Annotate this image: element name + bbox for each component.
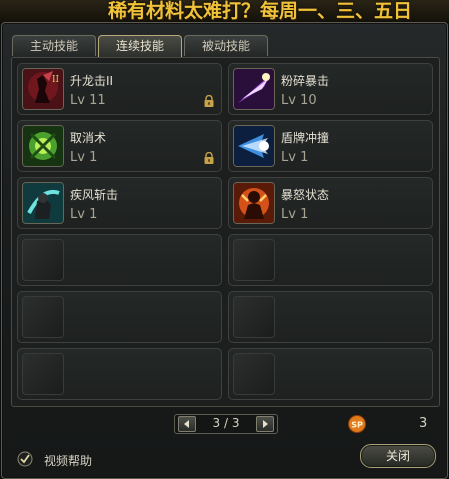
lock-icon — [204, 152, 214, 164]
skill-level: Lv 1 — [70, 207, 98, 222]
empty-skill-slot — [228, 234, 433, 286]
skill-level: Lv 10 — [281, 93, 317, 108]
skill-window: 主动技能 连续技能 被动技能 II 升龙击II Lv 11 粉碎暴击 Lv 10… — [1, 22, 448, 479]
svg-text:SP: SP — [351, 421, 363, 430]
sp-icon: SP — [348, 415, 366, 433]
arrow-right-icon — [263, 420, 268, 428]
skill-list-panel: II 升龙击II Lv 11 粉碎暴击 Lv 10 取消术 Lv 1 盾牌冲撞 … — [11, 57, 440, 407]
page-indicator: 3 / 3 — [212, 416, 240, 430]
skill-name: 升龙击II — [70, 74, 114, 88]
skill-name: 盾牌冲撞 — [281, 131, 330, 145]
shield-charge-icon — [233, 125, 275, 167]
empty-skill-slot — [17, 291, 222, 343]
skill-name: 取消术 — [70, 131, 107, 145]
skill-slot[interactable]: 粉碎暴击 Lv 10 — [228, 63, 433, 115]
rage-icon — [233, 182, 275, 224]
skill-slot[interactable]: 取消术 Lv 1 — [17, 120, 222, 172]
next-page-button[interactable] — [256, 416, 274, 432]
empty-icon-frame — [22, 239, 64, 281]
tab-passive-skills[interactable]: 被动技能 — [184, 35, 268, 56]
rising-dragon-icon: II — [22, 68, 64, 110]
empty-skill-slot — [228, 291, 433, 343]
empty-icon-frame — [233, 239, 275, 281]
banner-text: 稀有材料太难打？每周一、三、五日 — [108, 0, 413, 22]
empty-icon-frame — [22, 296, 64, 338]
lock-icon — [204, 95, 214, 107]
sp-points-value: 3 — [419, 416, 428, 431]
empty-skill-slot — [17, 348, 222, 400]
skill-name: 暴怒状态 — [281, 188, 330, 202]
video-help-checkbox[interactable] — [17, 451, 33, 467]
cancel-icon — [22, 125, 64, 167]
skill-level: Lv 11 — [70, 93, 106, 108]
tab-active-skills[interactable]: 主动技能 — [12, 35, 96, 56]
empty-icon-frame — [22, 353, 64, 395]
skill-level: Lv 1 — [70, 150, 98, 165]
skill-slot[interactable]: 暴怒状态 Lv 1 — [228, 177, 433, 229]
video-help-label: 视频帮助 — [44, 454, 93, 468]
arrow-left-icon — [184, 420, 189, 428]
empty-skill-slot — [228, 348, 433, 400]
svg-text:II: II — [52, 75, 60, 85]
skill-level: Lv 1 — [281, 207, 309, 222]
skill-slot[interactable]: 疾风斩击 Lv 1 — [17, 177, 222, 229]
crush-strike-icon — [233, 68, 275, 110]
gale-slash-icon — [22, 182, 64, 224]
skill-slot[interactable]: 盾牌冲撞 Lv 1 — [228, 120, 433, 172]
skill-level: Lv 1 — [281, 150, 309, 165]
announcement-banner: 稀有材料太难打？每周一、三、五日 — [0, 0, 449, 22]
skill-name: 疾风斩击 — [70, 188, 119, 202]
prev-page-button[interactable] — [178, 416, 196, 432]
page-navigator: 3 / 3 — [174, 414, 278, 434]
empty-icon-frame — [233, 353, 275, 395]
empty-icon-frame — [233, 296, 275, 338]
skill-name: 粉碎暴击 — [281, 74, 330, 88]
close-button[interactable]: 关闭 — [360, 444, 436, 468]
skill-slot[interactable]: II 升龙击II Lv 11 — [17, 63, 222, 115]
tab-combo-skills[interactable]: 连续技能 — [98, 35, 182, 57]
empty-skill-slot — [17, 234, 222, 286]
